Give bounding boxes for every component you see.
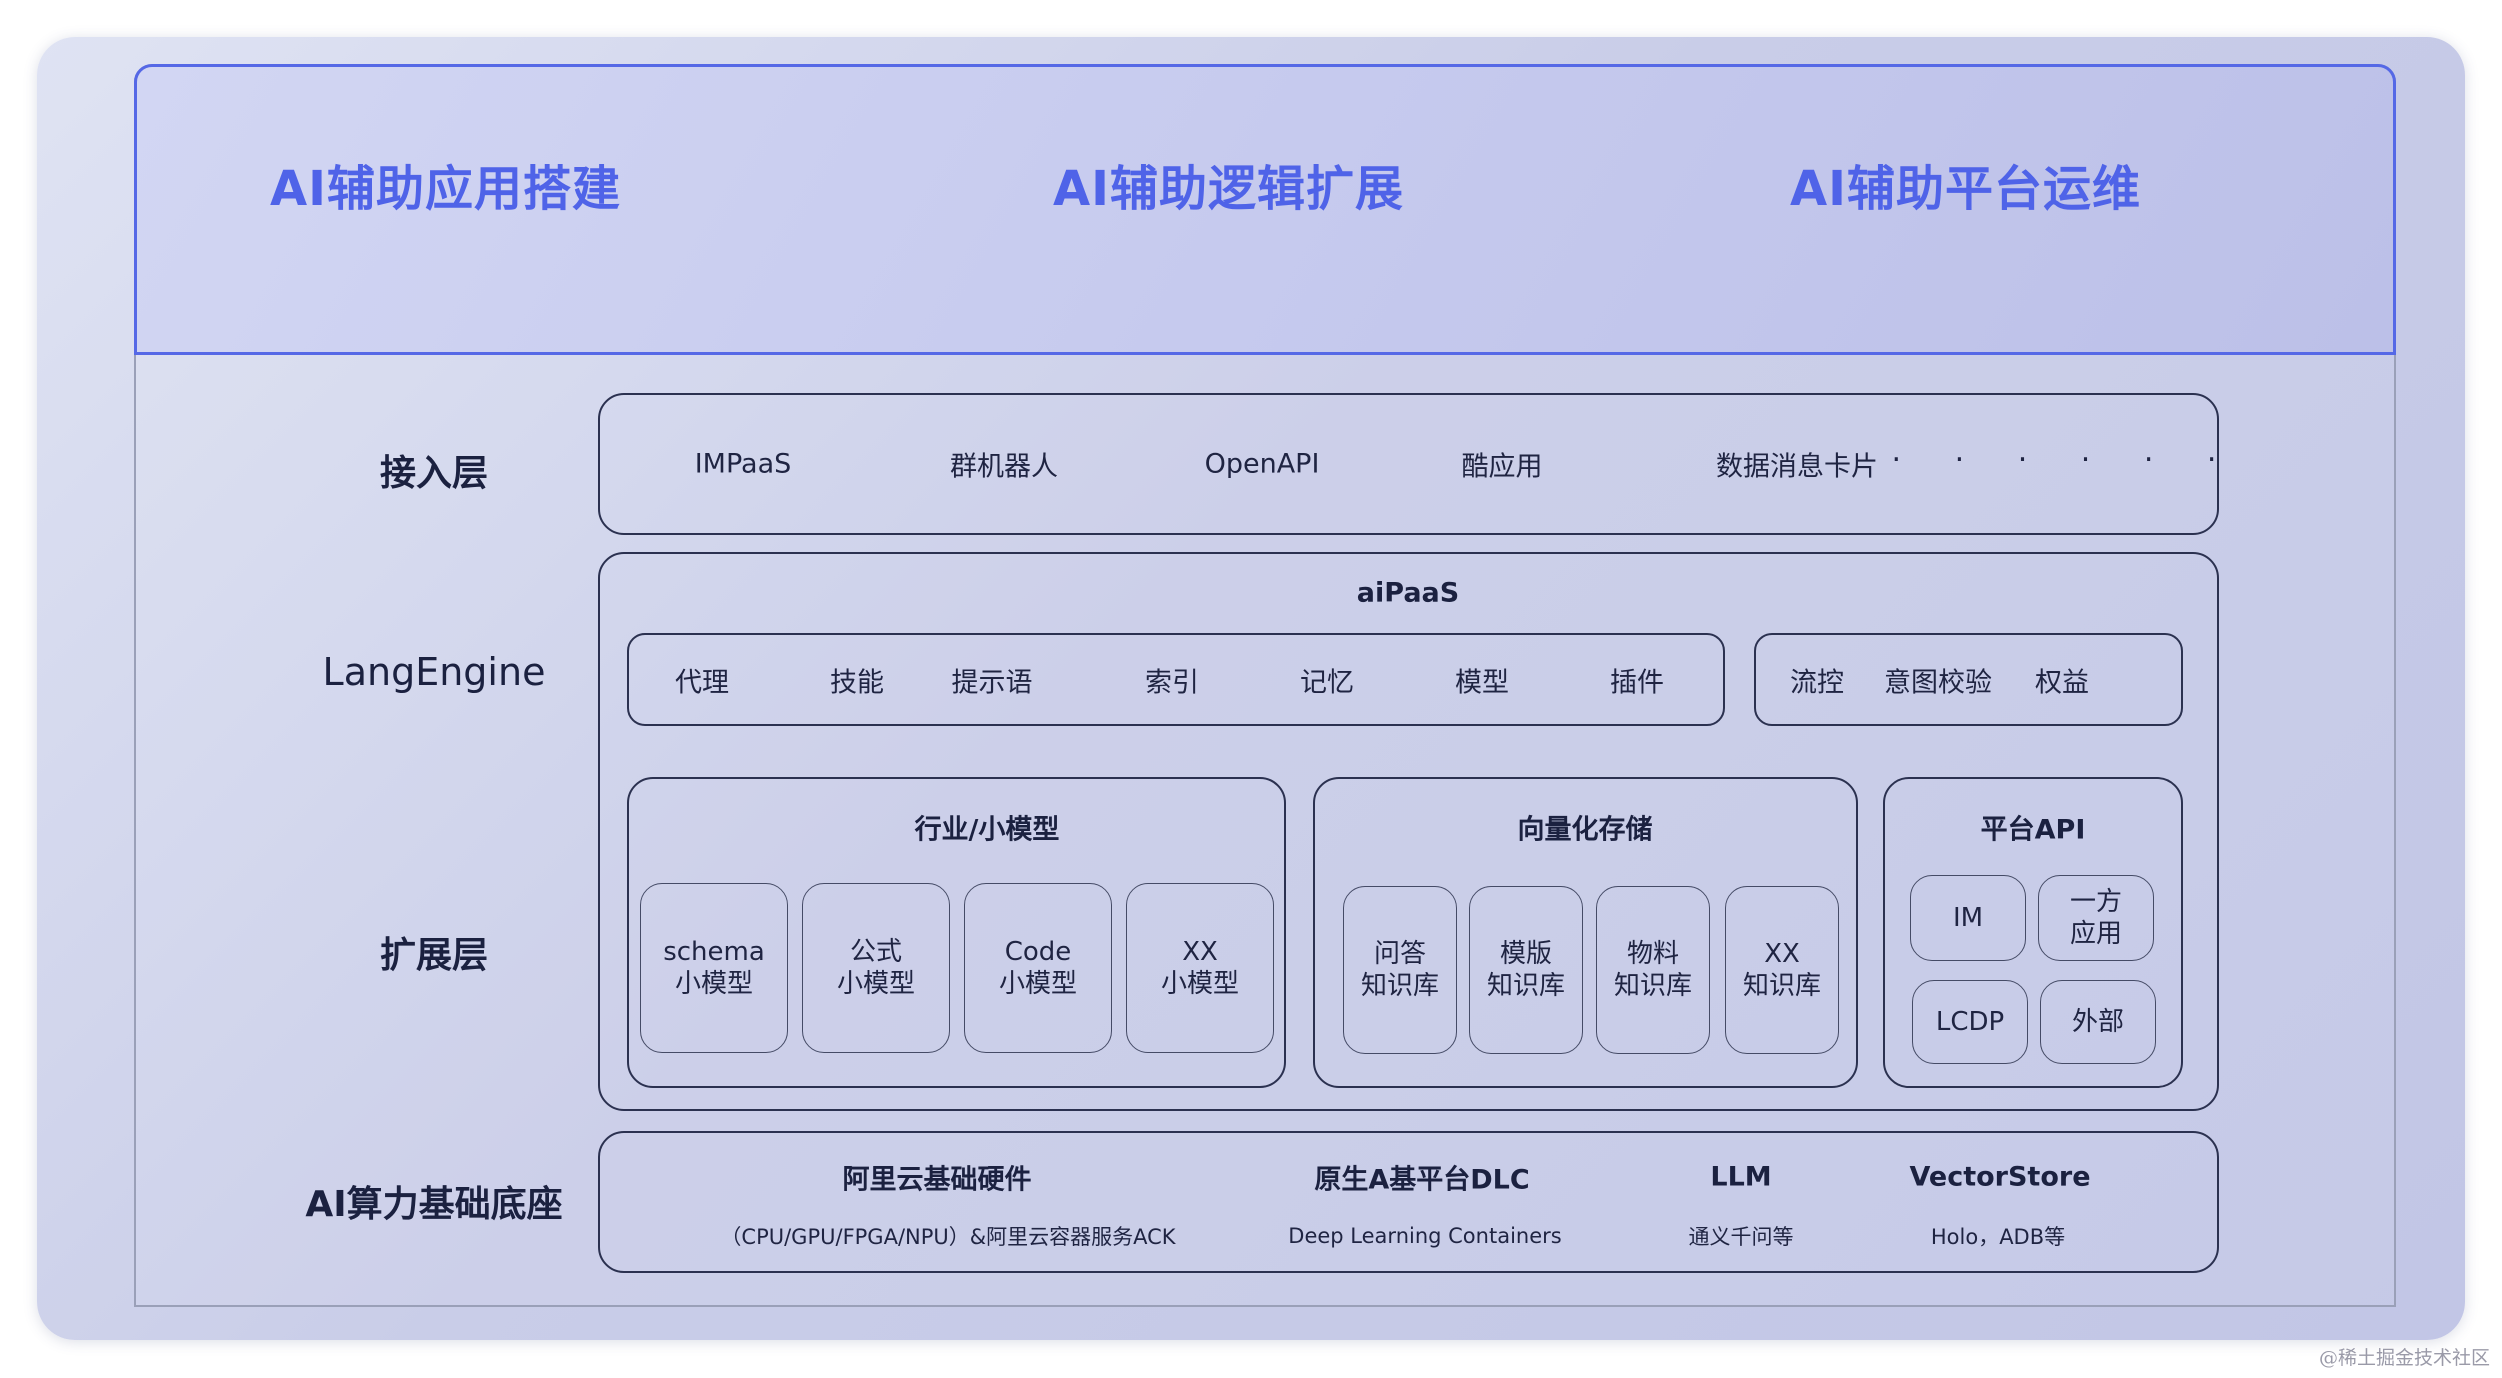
tile-xx-model: XX 小模型	[1126, 883, 1274, 1053]
module-item: 模型	[1455, 667, 1509, 699]
foundation-item-desc: Holo，ADB等	[1930, 1225, 2066, 1249]
access-item: 群机器人	[950, 451, 1058, 483]
control-item: 权益	[2035, 667, 2089, 699]
control-item: 流控	[1790, 667, 1844, 699]
foundation-item-title: 阿里云基础硬件	[842, 1164, 1032, 1196]
tile-xx-knowledge: XX 知识库	[1725, 886, 1839, 1054]
foundation-item-desc: （CPU/GPU/FPGA/NPU）&阿里云容器服务ACK	[720, 1225, 1176, 1249]
access-item: 数据消息卡片	[1716, 451, 1878, 483]
layer-label-access: 接入层	[379, 453, 489, 494]
banner-title-platform-ops: AI辅助平台运维	[1790, 161, 2142, 217]
layer-label-extension: 扩展层	[379, 935, 489, 976]
industry-models-title: 行业/小模型	[914, 814, 1060, 846]
tile-template-knowledge: 模版 知识库	[1469, 886, 1583, 1054]
banner-title-app-building: AI辅助应用搭建	[270, 161, 622, 217]
platform-api-title: 平台API	[1980, 814, 2086, 846]
tile-schema-model: schema 小模型	[640, 883, 788, 1053]
foundation-item-title: 原生A基平台DLC	[1314, 1164, 1530, 1196]
tile-first-party-app: 一方 应用	[2038, 875, 2154, 961]
tile-formula-model: 公式 小模型	[802, 883, 950, 1053]
access-item: 酷应用	[1461, 451, 1543, 483]
foundation-item-title: LLM	[1710, 1161, 1772, 1193]
access-item: IMPaaS	[694, 448, 792, 480]
tile-lcdp-api: LCDP	[1912, 980, 2028, 1064]
banner-title-logic-extension: AI辅助逻辑扩展	[1053, 161, 1405, 217]
tile-external-api: 外部	[2040, 980, 2156, 1064]
tile-material-knowledge: 物料 知识库	[1596, 886, 1710, 1054]
watermark: @稀土掘金技术社区	[2318, 1347, 2490, 1369]
tile-im-api: IM	[1910, 875, 2026, 961]
module-item: 提示语	[951, 667, 1033, 699]
module-item: 代理	[675, 667, 729, 699]
layer-label-langengine: LangEngine	[322, 650, 546, 694]
access-item: OpenAPI	[1204, 448, 1320, 480]
vector-storage-title: 向量化存储	[1517, 814, 1653, 846]
access-more-ellipsis: · · · · · ·	[1891, 442, 2239, 478]
module-item: 技能	[830, 667, 884, 699]
module-item: 索引	[1145, 667, 1199, 699]
tile-code-model: Code 小模型	[964, 883, 1112, 1053]
aipaas-title: aiPaaS	[1356, 577, 1460, 609]
module-item: 插件	[1610, 667, 1664, 699]
module-item: 记忆	[1300, 667, 1354, 699]
layer-label-foundation: AI算力基础底座	[305, 1184, 563, 1225]
tile-qa-knowledge: 问答 知识库	[1343, 886, 1457, 1054]
foundation-item-desc: 通义千问等	[1688, 1225, 1794, 1249]
foundation-item-title: VectorStore	[1909, 1161, 2091, 1193]
control-item: 意图校验	[1884, 667, 1992, 699]
foundation-item-desc: Deep Learning Containers	[1288, 1224, 1562, 1248]
foundation-layer-box	[598, 1131, 2219, 1273]
